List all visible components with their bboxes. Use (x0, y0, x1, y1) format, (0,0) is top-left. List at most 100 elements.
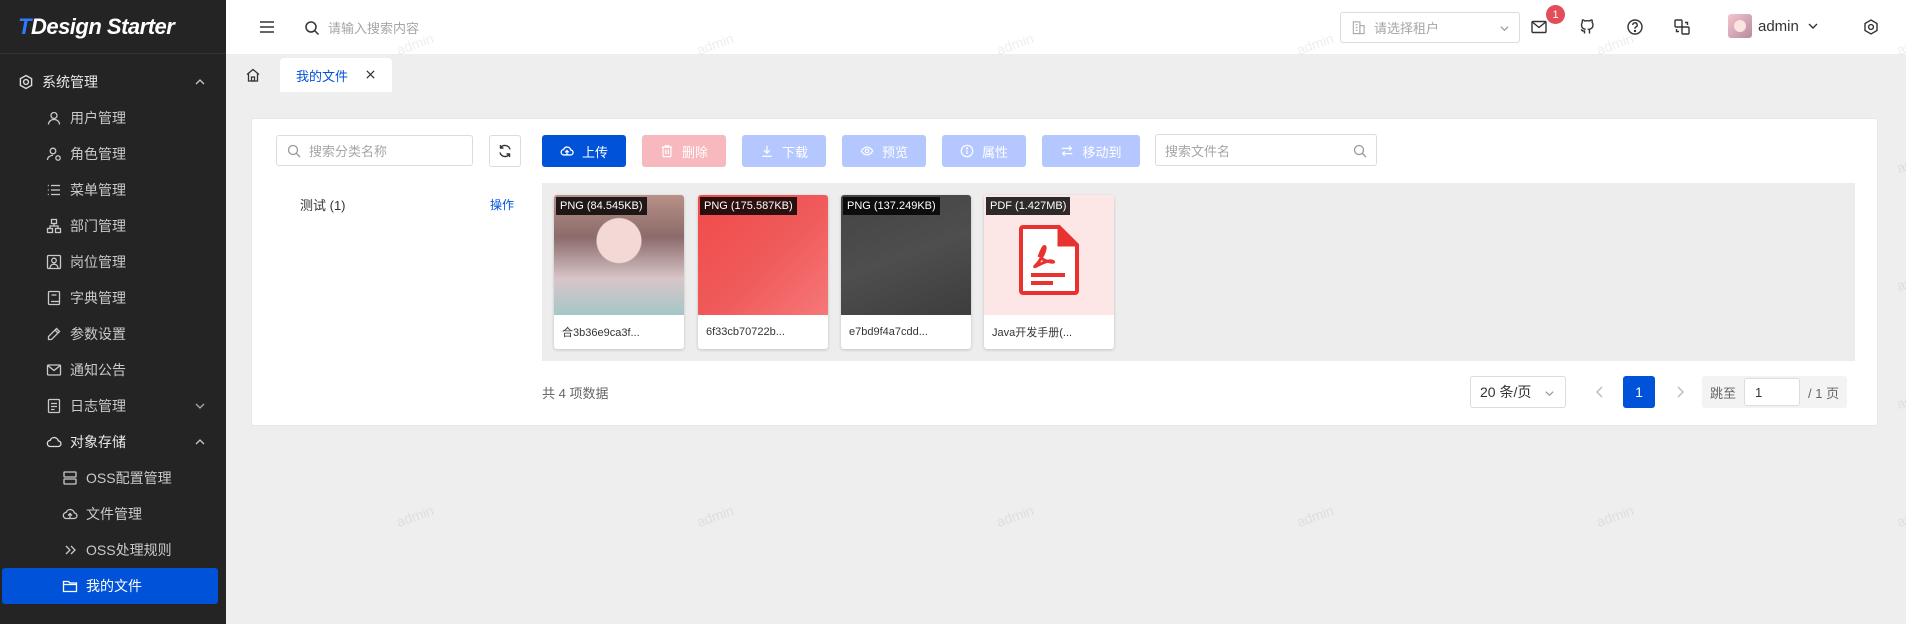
sidebar-item-label: 参数设置 (70, 326, 126, 342)
info-circle-icon (960, 144, 974, 158)
avatar (1728, 14, 1752, 38)
server-icon (62, 470, 78, 486)
watermark-text: admin (1594, 501, 1636, 531)
file-card[interactable]: PNG (84.545KB) 合3b36e9ca3f... (554, 195, 684, 349)
github-icon[interactable] (1578, 18, 1596, 36)
tab-my-files[interactable]: 我的文件 (280, 58, 392, 92)
file-thumbnail: PNG (175.587KB) (698, 195, 828, 315)
sidebar-item-label: 我的文件 (86, 578, 142, 594)
sidebar-item-logs[interactable]: 日志管理 (0, 388, 226, 424)
move-to-button[interactable]: 移动到 (1042, 135, 1140, 167)
chevron-down-icon (1808, 23, 1818, 29)
sidebar-item-oss-config[interactable]: OSS配置管理 (0, 460, 226, 496)
properties-button[interactable]: 属性 (942, 135, 1026, 167)
logo-accent: T (18, 13, 31, 39)
help-circle-icon[interactable] (1626, 18, 1644, 36)
sidebar-group-system[interactable]: 系统管理 (0, 64, 226, 100)
file-grid: PNG (84.545KB) 合3b36e9ca3f... PNG (175.5… (542, 183, 1855, 361)
sidebar-group-label: 系统管理 (42, 74, 98, 90)
file-thumbnail: PNG (84.545KB) (554, 195, 684, 315)
tabs-bar: 我的文件 (226, 54, 1906, 92)
close-icon[interactable] (365, 69, 376, 80)
book-icon (46, 290, 62, 306)
file-card[interactable]: PNG (137.249KB) e7bd9f4a7cdd... (841, 195, 971, 349)
sidebar-group-label: 对象存储 (70, 434, 126, 450)
sidebar-item-dictionary[interactable]: 字典管理 (0, 280, 226, 316)
jump-input[interactable]: 1 (1744, 378, 1801, 406)
menu-fold-icon[interactable] (258, 18, 276, 36)
next-page-icon[interactable] (1672, 384, 1688, 400)
page-size-select[interactable]: 20 条/页 (1470, 376, 1566, 408)
logo[interactable]: TDesign Starter (0, 0, 226, 54)
preview-button[interactable]: 预览 (842, 135, 926, 167)
sidebar-item-label: 用户管理 (70, 110, 126, 126)
prev-page-icon[interactable] (1592, 384, 1608, 400)
top-header: 请输入搜索内容 请选择租户 1 admin (226, 0, 1906, 54)
file-card[interactable]: PDF (1.427MB) Java开发手册(... (984, 195, 1114, 349)
swap-icon (1062, 145, 1073, 157)
chevron-up-icon (195, 439, 205, 445)
watermark-text: admin (694, 501, 736, 531)
total-count: 共 4 项数据 (542, 386, 609, 401)
download-button[interactable]: 下载 (742, 135, 826, 167)
building-icon (1352, 21, 1365, 35)
refresh-button[interactable] (489, 135, 521, 167)
properties-button-label: 属性 (981, 144, 1008, 160)
cloud-icon (46, 434, 62, 450)
page-jumper: 跳至 1 / 1 页 (1702, 376, 1848, 408)
watermark-text: admin (1894, 501, 1906, 531)
watermark-text: admin (1294, 501, 1336, 531)
delete-button[interactable]: 删除 (642, 135, 726, 167)
category-item[interactable]: 测试 (1) (300, 195, 346, 214)
chevron-up-icon (195, 79, 205, 85)
list-icon (46, 182, 62, 198)
category-search-input[interactable]: 搜索分类名称 (276, 135, 473, 166)
sidebar-item-roles[interactable]: 角色管理 (0, 136, 226, 172)
refresh-icon (499, 144, 511, 158)
file-manager-card: 搜索分类名称 测试 (1) 操作 上传 删除 下载 预览 属性 移动到 搜索文件… (251, 118, 1878, 426)
file-type-tag: PNG (137.249KB) (843, 197, 940, 215)
translate-icon[interactable] (1673, 18, 1691, 36)
sidebar-item-posts[interactable]: 岗位管理 (0, 244, 226, 280)
eye-icon (860, 146, 874, 156)
sidebar-item-params[interactable]: 参数设置 (0, 316, 226, 352)
sidebar-group-oss[interactable]: 对象存储 (0, 424, 226, 460)
home-tab[interactable] (236, 58, 270, 92)
sidebar-item-departments[interactable]: 部门管理 (0, 208, 226, 244)
tenant-select[interactable]: 请选择租户 (1340, 12, 1520, 43)
category-operation-link[interactable]: 操作 (490, 196, 514, 213)
sidebar: TDesign Starter 系统管理 用户管理 角色管理 菜单管理 部门管理… (0, 0, 226, 624)
search-icon (305, 20, 320, 35)
tab-label: 我的文件 (296, 68, 349, 84)
chevron-down-icon (1545, 391, 1554, 397)
user-menu[interactable]: admin (1728, 14, 1819, 38)
sidebar-item-oss-rules[interactable]: OSS处理规则 (0, 532, 226, 568)
file-type-tag: PNG (175.587KB) (700, 197, 797, 215)
global-search-input[interactable]: 请输入搜索内容 (304, 18, 419, 37)
upload-button[interactable]: 上传 (542, 135, 626, 167)
sidebar-item-file-manage[interactable]: 文件管理 (0, 496, 226, 532)
sidebar-item-my-files[interactable]: 我的文件 (2, 568, 218, 604)
file-type-tag: PNG (84.545KB) (556, 197, 647, 215)
file-search-input[interactable]: 搜索文件名 (1155, 134, 1377, 166)
home-icon (246, 68, 260, 82)
mail-icon[interactable] (1530, 18, 1548, 36)
org-icon (46, 218, 62, 234)
total-pages: / 1 页 (1808, 385, 1840, 401)
preview-button-label: 预览 (881, 144, 908, 160)
file-name: 合3b36e9ca3f... (562, 327, 640, 339)
page-number-current[interactable]: 1 (1623, 376, 1655, 408)
download-icon (762, 145, 772, 157)
sidebar-item-label: 通知公告 (70, 362, 126, 378)
sidebar-item-label: OSS配置管理 (86, 470, 172, 486)
file-name: e7bd9f4a7cdd... (849, 326, 928, 338)
download-button-label: 下载 (781, 144, 808, 160)
sidebar-item-menus[interactable]: 菜单管理 (0, 172, 226, 208)
sidebar-item-users[interactable]: 用户管理 (0, 100, 226, 136)
search-icon (1353, 144, 1367, 158)
file-card[interactable]: PNG (175.587KB) 6f33cb70722b... (698, 195, 828, 349)
global-search-placeholder: 请输入搜索内容 (328, 21, 420, 36)
logo-text: Design Starter (30, 13, 175, 39)
gear-icon[interactable] (1862, 18, 1880, 36)
sidebar-item-notices[interactable]: 通知公告 (0, 352, 226, 388)
